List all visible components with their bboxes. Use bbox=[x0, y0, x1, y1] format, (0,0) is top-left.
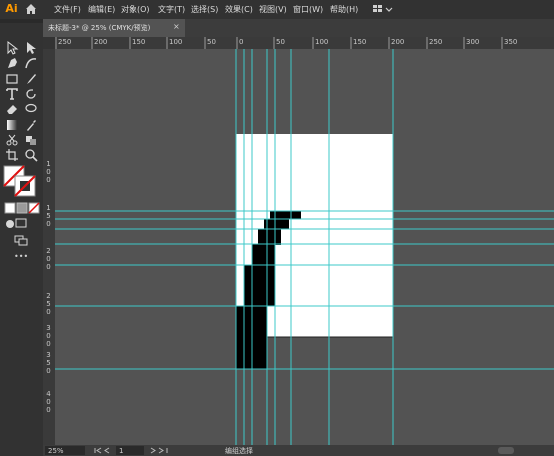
zoom-value: 25% bbox=[48, 447, 64, 455]
ruler-label: 50 bbox=[207, 38, 216, 46]
ruler-label: 0 bbox=[46, 332, 51, 340]
zoom-select[interactable]: 25% bbox=[45, 446, 85, 455]
menu-object[interactable]: 对象(O) bbox=[121, 4, 150, 15]
ruler-label: 200 bbox=[94, 38, 108, 46]
status-tool-name: 编组选择 bbox=[225, 447, 253, 455]
document-tab[interactable]: 未标题-3* @ 25% (CMYK/预览) × bbox=[43, 19, 185, 37]
menu-type[interactable]: 文字(T) bbox=[158, 4, 185, 15]
ruler-label: 0 bbox=[46, 220, 51, 228]
ruler-label: 150 bbox=[132, 38, 146, 46]
app-logo: Ai bbox=[5, 2, 18, 15]
ruler-label: 0 bbox=[46, 398, 51, 406]
type-tool-icon[interactable] bbox=[5, 86, 19, 100]
workspace-switcher[interactable] bbox=[372, 4, 394, 15]
menu-file[interactable]: 文件(F) bbox=[54, 4, 81, 15]
horizontal-ruler[interactable]: 250 200 150 100 50 0 50 100 150 200 250 300 350 bbox=[43, 37, 554, 49]
artboard-number-select[interactable]: 1 bbox=[116, 446, 144, 455]
ruler-label: 5 bbox=[46, 212, 51, 220]
ruler-label: 3 bbox=[46, 324, 51, 332]
ruler-label: 0 bbox=[46, 168, 51, 176]
direct-selection-tool-icon[interactable] bbox=[24, 40, 38, 54]
ruler-origin[interactable] bbox=[43, 37, 55, 49]
canvas[interactable] bbox=[55, 49, 554, 445]
document-tab-bar: 未标题-3* @ 25% (CMYK/预览) × bbox=[43, 19, 554, 37]
ruler-label: 0 bbox=[239, 38, 244, 46]
eraser-tool-icon[interactable] bbox=[5, 101, 19, 115]
ruler-label: 3 bbox=[46, 351, 51, 359]
ruler-label: 350 bbox=[504, 38, 518, 46]
gradient-tool-icon[interactable] bbox=[5, 117, 19, 131]
ruler-label: 150 bbox=[353, 38, 367, 46]
ruler-label: 2 bbox=[46, 292, 51, 300]
close-icon[interactable]: × bbox=[173, 22, 180, 31]
ruler-label: 4 bbox=[46, 390, 51, 398]
selection-tool-icon[interactable] bbox=[5, 40, 19, 55]
menu-effect[interactable]: 效果(C) bbox=[225, 4, 253, 15]
artboard-tool-icon[interactable] bbox=[5, 147, 19, 161]
scissors-tool-icon[interactable] bbox=[5, 132, 19, 146]
artboard-number: 1 bbox=[119, 447, 124, 455]
vertical-ruler[interactable]: 100150200250300350400 bbox=[43, 49, 55, 445]
menu-edit[interactable]: 编辑(E) bbox=[88, 4, 115, 15]
paintbrush-tool-icon[interactable] bbox=[24, 71, 38, 85]
tools-panel: ••• bbox=[0, 19, 43, 456]
ruler-label: 0 bbox=[46, 367, 51, 375]
artboard-nav-next-icon[interactable] bbox=[147, 445, 177, 456]
document-tab-title: 未标题-3* @ 25% (CMYK/预览) bbox=[48, 24, 151, 32]
ruler-label: 200 bbox=[391, 38, 405, 46]
menu-view[interactable]: 视图(V) bbox=[259, 4, 287, 15]
ruler-label: 0 bbox=[46, 406, 51, 414]
menu-bar: Ai 文件(F) 编辑(E) 对象(O) 文字(T) 选择(S) 效果(C) 视… bbox=[0, 0, 554, 19]
ruler-label: 0 bbox=[46, 308, 51, 316]
ruler-label: 0 bbox=[46, 176, 51, 184]
ruler-label: 0 bbox=[46, 255, 51, 263]
ruler-label: 250 bbox=[58, 38, 72, 46]
rotate-tool-icon[interactable] bbox=[24, 86, 38, 100]
ruler-label: 2 bbox=[46, 247, 51, 255]
ruler-label: 1 bbox=[46, 160, 51, 168]
ruler-label: 1 bbox=[46, 204, 51, 212]
ruler-label: 0 bbox=[46, 340, 51, 348]
status-bar: 25% 1 编组选择 bbox=[43, 445, 554, 456]
menu-help[interactable]: 帮助(H) bbox=[330, 4, 358, 15]
shape-builder-tool-icon[interactable] bbox=[24, 132, 38, 146]
horizontal-scrollbar[interactable] bbox=[498, 447, 514, 454]
zoom-tool-icon[interactable] bbox=[24, 147, 38, 162]
ruler-label: 100 bbox=[315, 38, 329, 46]
more-tools-icon[interactable]: ••• bbox=[14, 252, 28, 261]
eyedropper-tool-icon[interactable] bbox=[24, 117, 38, 131]
ruler-label: 250 bbox=[429, 38, 443, 46]
none-swatch-icon[interactable] bbox=[27, 200, 41, 214]
ruler-label: 50 bbox=[276, 38, 285, 46]
menu-window[interactable]: 窗口(W) bbox=[293, 4, 323, 15]
ruler-label: 5 bbox=[46, 300, 51, 308]
fill-stroke-swatch[interactable] bbox=[3, 165, 37, 197]
pen-tool-icon[interactable] bbox=[5, 55, 19, 69]
screen-mode-switch-icon[interactable] bbox=[14, 232, 28, 246]
artboard-nav-prev-icon[interactable] bbox=[87, 445, 117, 456]
ruler-label: 300 bbox=[466, 38, 480, 46]
curvature-tool-icon[interactable] bbox=[24, 55, 38, 69]
home-icon[interactable] bbox=[24, 2, 38, 16]
ruler-label: 0 bbox=[46, 263, 51, 271]
menu-select[interactable]: 选择(S) bbox=[191, 4, 218, 15]
ruler-label: 100 bbox=[169, 38, 183, 46]
lasso-tool-icon[interactable] bbox=[24, 101, 38, 115]
ruler-label: 5 bbox=[46, 359, 51, 367]
screen-mode-icon[interactable] bbox=[14, 215, 28, 229]
rectangle-tool-icon[interactable] bbox=[5, 71, 19, 85]
